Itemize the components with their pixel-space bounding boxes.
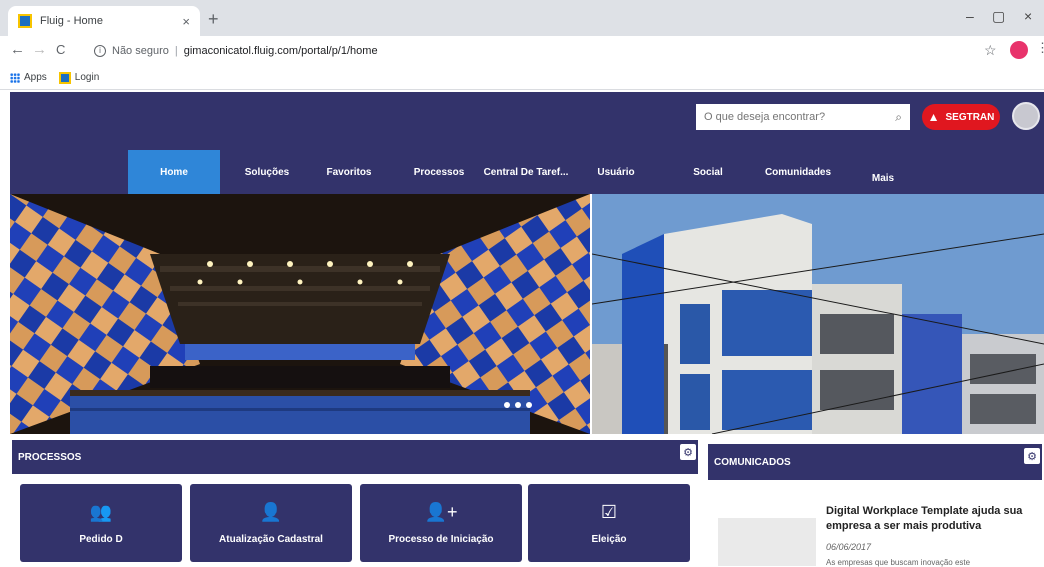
card-label: Atualização Cadastral: [219, 533, 323, 545]
banner-carousel[interactable]: [10, 194, 1044, 434]
processo-card-atualizacao-cadastral[interactable]: 👤 Atualização Cadastral: [190, 484, 352, 562]
minimize-button[interactable]: –: [966, 8, 974, 24]
close-window-button[interactable]: ×: [1024, 8, 1032, 24]
url-separator: |: [174, 45, 178, 57]
bookmarks-bar: Apps Login: [0, 66, 1044, 90]
processo-card-eleicao[interactable]: ☑ Eleição: [528, 484, 690, 562]
news-date: 06/06/2017: [826, 542, 872, 552]
processo-card-processo-de-iniciacao[interactable]: 👤+ Processo de Iniciação: [360, 484, 522, 562]
users-icon: 👥: [89, 501, 113, 522]
processo-card-pedido-d[interactable]: 👥 Pedido D: [20, 484, 182, 562]
processos-settings-gear-icon[interactable]: ⚙: [680, 444, 696, 460]
bookmark-label: Login: [74, 72, 100, 83]
vote-box-icon: ☑: [600, 501, 618, 522]
card-label: Pedido D: [79, 533, 123, 545]
info-icon[interactable]: i: [94, 45, 106, 57]
apps-grid-icon: [10, 72, 20, 83]
search-box: ⌕: [696, 104, 910, 130]
comunicados-header: COMUNICADOS: [708, 444, 1042, 480]
fluig-favicon-icon: [58, 71, 71, 84]
segtran-alert-button[interactable]: ▲ SEGTRAN: [922, 104, 1000, 130]
nav-item-usuario[interactable]: Usuário: [586, 150, 646, 194]
bookmark-apps[interactable]: Apps: [10, 72, 47, 83]
warning-icon: ▲: [927, 110, 940, 124]
nav-item-social[interactable]: Social: [678, 150, 738, 194]
nav-item-favoritos[interactable]: Favoritos: [314, 150, 384, 194]
news-title[interactable]: Digital Workplace Template ajuda sua emp…: [826, 504, 1036, 534]
carousel-dot[interactable]: [515, 402, 521, 408]
bookmark-login[interactable]: Login: [58, 71, 100, 84]
search-icon[interactable]: ⌕: [895, 110, 902, 125]
browser-menu-icon[interactable]: ⋮: [1036, 40, 1044, 56]
building-image: [592, 194, 1044, 434]
close-tab-icon[interactable]: ×: [182, 14, 190, 29]
comunicados-title: COMUNICADOS: [714, 456, 791, 468]
processos-title: PROCESSOS: [18, 451, 82, 463]
forward-button[interactable]: →: [32, 42, 47, 58]
user-plus-icon: 👤+: [424, 501, 458, 522]
news-thumbnail[interactable]: [718, 518, 816, 566]
search-input[interactable]: [704, 111, 896, 123]
main-nav: Home Soluções Favoritos Processos Centra…: [10, 150, 1044, 194]
carousel-dot[interactable]: [504, 402, 510, 408]
browser-tabstrip: Fluig - Home × + – ▢ ×: [0, 0, 1044, 36]
bookmark-star-icon[interactable]: ☆: [984, 42, 997, 59]
browser-tab[interactable]: Fluig - Home ×: [8, 6, 200, 36]
tab-title: Fluig - Home: [40, 15, 103, 27]
building-illustration: [592, 194, 1044, 434]
address-bar[interactable]: i Não seguro | gimaconicatol.fluig.com/p…: [94, 40, 978, 62]
nav-item-central-de-tarefas[interactable]: Central De Taref...: [478, 150, 574, 194]
user-edit-icon: 👤: [259, 501, 283, 522]
new-tab-button[interactable]: +: [208, 10, 219, 28]
bookmark-label: Apps: [24, 72, 47, 83]
nav-item-processos[interactable]: Processos: [404, 150, 474, 194]
carousel-indicators: [504, 402, 532, 408]
segtran-label: SEGTRAN: [945, 111, 995, 123]
browser-toolbar: ← → C i Não seguro | gimaconicatol.fluig…: [0, 36, 1044, 66]
nav-item-comunidades[interactable]: Comunidades: [750, 150, 846, 194]
user-avatar[interactable]: [1012, 102, 1040, 130]
card-label: Processo de Iniciação: [388, 533, 494, 545]
carousel-dot[interactable]: [526, 402, 532, 408]
browser-profile-avatar[interactable]: [1010, 41, 1028, 59]
back-button[interactable]: ←: [10, 42, 25, 58]
portal-header: ⌕ ▲ SEGTRAN Home Soluções Favoritos Proc…: [10, 92, 1044, 194]
nav-item-solucoes[interactable]: Soluções: [232, 150, 302, 194]
nav-item-home[interactable]: Home: [128, 150, 220, 194]
comunicados-settings-gear-icon[interactable]: ⚙: [1024, 448, 1040, 464]
auditorium-illustration: [10, 194, 590, 434]
fluig-favicon-icon: [18, 14, 32, 28]
restore-button[interactable]: ▢: [992, 8, 1005, 25]
reload-button[interactable]: C: [56, 42, 65, 58]
processos-header: PROCESSOS: [12, 440, 698, 474]
auditorium-image: [10, 194, 590, 434]
url-text[interactable]: gimaconicatol.fluig.com/portal/p/1/home: [184, 45, 378, 57]
security-label: Não seguro: [112, 45, 169, 57]
card-label: Eleição: [591, 533, 627, 545]
